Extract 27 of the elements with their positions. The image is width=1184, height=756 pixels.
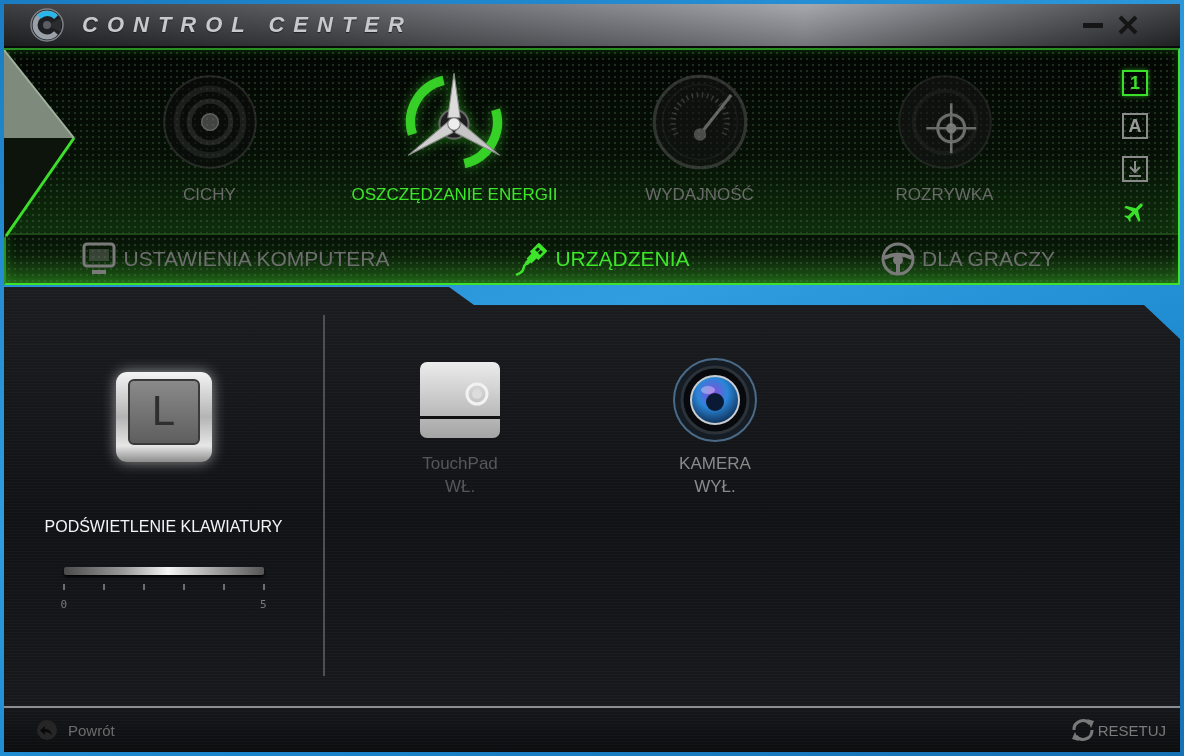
steering-wheel-icon: [880, 242, 915, 276]
monitor-icon: [82, 242, 117, 276]
tab[interactable]: USTAWIENIA KOMPUTERA: [82, 242, 390, 276]
reset-button[interactable]: RESETUJ: [1068, 717, 1166, 743]
power-mode-button[interactable]: ROZRYWKA: [892, 50, 997, 233]
slider-track[interactable]: [63, 567, 264, 575]
scale-max-label: 5: [259, 598, 267, 611]
logo-icon: [30, 8, 64, 42]
backlight-label: PODŚWIETLENIE KLAWIATURY: [44, 517, 283, 536]
tab[interactable]: URZĄDZENIA: [514, 242, 690, 276]
power-mode-button[interactable]: WYDAJNOŚĆ: [645, 50, 754, 233]
device-status: WYŁ.: [694, 476, 736, 498]
power-mode-button[interactable]: CICHY: [157, 50, 262, 233]
window-title: CONTROL CENTER: [82, 12, 413, 38]
keyboard-backlight-key[interactable]: L: [115, 372, 212, 462]
touchpad-icon[interactable]: [420, 362, 500, 438]
tab[interactable]: DLA GRACZY: [880, 242, 1055, 276]
device-status: WŁ.: [444, 476, 476, 498]
key-indicator: 1: [1122, 70, 1148, 96]
back-button[interactable]: Powrót: [37, 720, 115, 740]
scale-min-label: 0: [60, 598, 68, 611]
camera-lens-icon[interactable]: [673, 358, 757, 442]
key-indicator: A: [1122, 113, 1148, 139]
device-name: KAMERA: [679, 453, 751, 475]
plug-icon: [514, 242, 549, 276]
device-name: TouchPad: [422, 453, 498, 475]
power-mode-button[interactable]: OSZCZĘDZANIE ENERGII: [351, 50, 558, 233]
